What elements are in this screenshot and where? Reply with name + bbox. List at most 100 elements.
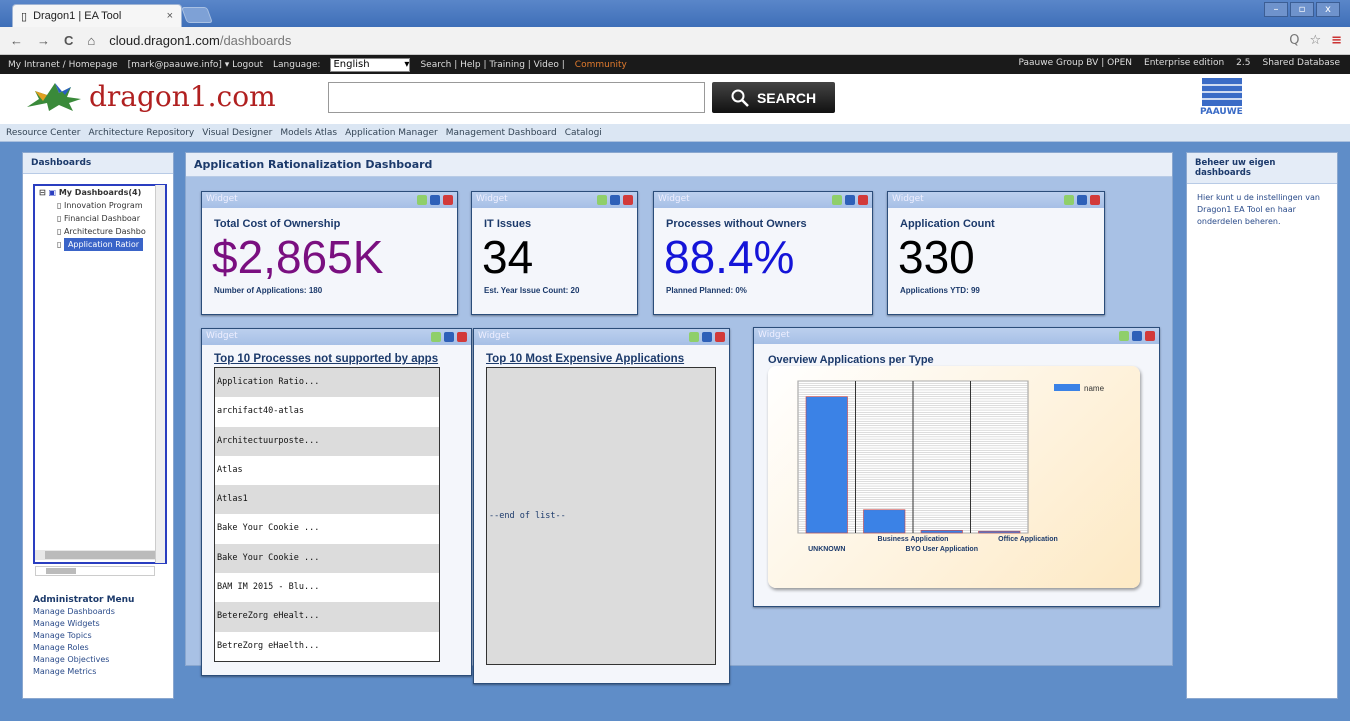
help-links[interactable]: Search | Help | Training | Video |	[420, 60, 564, 70]
delete-icon[interactable]	[457, 332, 467, 342]
tree-vertical-scrollbar[interactable]	[155, 185, 165, 563]
widget-header[interactable]: Widget	[754, 328, 1159, 344]
dragon1-logo[interactable]: dragon1.com	[25, 79, 276, 113]
tree-item[interactable]: ▯ Architecture Dashbo	[35, 225, 165, 238]
zoom-icon[interactable]: Q	[1289, 33, 1299, 48]
edit-icon[interactable]	[610, 195, 620, 205]
user-menu[interactable]: [mark@paauwe.info] ▾ Logout	[128, 60, 263, 70]
nav-architecture-repository[interactable]: Architecture Repository	[88, 128, 194, 138]
add-icon[interactable]	[1119, 331, 1129, 341]
bar	[863, 509, 906, 534]
add-icon[interactable]	[417, 195, 427, 205]
add-icon[interactable]	[1064, 195, 1074, 205]
widget-header[interactable]: Widget	[474, 329, 729, 345]
tree-root[interactable]: ⊟ ▣ My Dashboards(4)	[35, 186, 165, 199]
browser-tab[interactable]: ▯ Dragon1 | EA Tool ×	[12, 4, 182, 27]
scroll-thumb[interactable]	[45, 551, 155, 559]
bookmark-star-icon[interactable]: ☆	[1309, 33, 1321, 48]
add-icon[interactable]	[597, 195, 607, 205]
processes-title[interactable]: Top 10 Processes not supported by apps	[202, 345, 471, 365]
list-item[interactable]: BetreZorg eHaelth...	[215, 632, 439, 661]
search-button[interactable]: SEARCH	[712, 82, 835, 113]
widget-header[interactable]: Widget	[654, 192, 872, 208]
new-tab-button[interactable]	[181, 7, 213, 23]
menubar-right: Paauwe Group BV | OPEN Enterprise editio…	[1019, 58, 1341, 68]
search-input[interactable]	[328, 82, 705, 113]
address-tools: Q ☆ ≡	[1289, 33, 1342, 48]
language-select[interactable]: English ▾	[330, 57, 411, 72]
list-item[interactable]: Atlas1	[215, 485, 439, 515]
admin-manage-metrics[interactable]: Manage Metrics	[33, 666, 134, 678]
admin-manage-dashboards[interactable]: Manage Dashboards	[33, 606, 134, 618]
panel-horizontal-scrollbar[interactable]	[35, 566, 155, 576]
widget-header[interactable]: Widget	[202, 329, 471, 345]
widget-label: Widget	[476, 194, 508, 204]
admin-manage-roles[interactable]: Manage Roles	[33, 642, 134, 654]
add-icon[interactable]	[832, 195, 842, 205]
nav-catalogi[interactable]: Catalogi	[565, 128, 602, 138]
tree-item-selected[interactable]: ▯ Application Ratior	[35, 238, 165, 251]
end-of-list: --end of list--	[489, 511, 566, 521]
reload-icon[interactable]: C	[64, 33, 73, 48]
edit-icon[interactable]	[702, 332, 712, 342]
list-item[interactable]: Application Ratio...	[215, 368, 439, 398]
admin-manage-widgets[interactable]: Manage Widgets	[33, 618, 134, 630]
kpi-value: 34	[482, 231, 534, 283]
kpi-title: IT Issues	[484, 218, 532, 230]
delete-icon[interactable]	[443, 195, 453, 205]
community-link[interactable]: Community	[575, 60, 627, 70]
admin-manage-topics[interactable]: Manage Topics	[33, 630, 134, 642]
tree-item[interactable]: ▯ Innovation Program	[35, 199, 165, 212]
list-item[interactable]: BetereZorg eHealt...	[215, 602, 439, 632]
logo-text: dragon1.com	[89, 79, 276, 113]
close-tab-icon[interactable]: ×	[167, 10, 173, 22]
expensive-apps-title[interactable]: Top 10 Most Expensive Applications	[474, 345, 729, 365]
forward-icon[interactable]: →	[37, 33, 50, 48]
nav-resource-center[interactable]: Resource Center	[6, 128, 80, 138]
close-window-button[interactable]: x	[1316, 2, 1340, 17]
widget-header[interactable]: Widget	[202, 192, 457, 208]
edit-icon[interactable]	[430, 195, 440, 205]
manage-text: Hier kunt u de instellingen van Dragon1 …	[1197, 193, 1320, 226]
nav-management-dashboard[interactable]: Management Dashboard	[446, 128, 557, 138]
list-item[interactable]: Bake Your Cookie ...	[215, 514, 439, 543]
edit-icon[interactable]	[444, 332, 454, 342]
list-item[interactable]: Architectuurposte...	[215, 426, 439, 456]
list-item[interactable]: archifact40-atlas	[215, 397, 439, 426]
add-icon[interactable]	[689, 332, 699, 342]
intranet-link[interactable]: My Intranet / Homepage	[8, 60, 118, 70]
browser-menu-icon[interactable]: ≡	[1331, 33, 1342, 48]
add-icon[interactable]	[431, 332, 441, 342]
list-item[interactable]: Bake Your Cookie ...	[215, 543, 439, 574]
version-label: 2.5	[1236, 58, 1251, 68]
admin-manage-objectives[interactable]: Manage Objectives	[33, 654, 134, 666]
delete-icon[interactable]	[1145, 331, 1155, 341]
tree-item[interactable]: ▯ Financial Dashboar	[35, 212, 165, 225]
collapse-icon[interactable]: ⊟	[39, 188, 49, 197]
nav-visual-designer[interactable]: Visual Designer	[202, 128, 272, 138]
tree-horizontal-scrollbar[interactable]	[35, 550, 155, 560]
processes-list: Application Ratio... archifact40-atlas A…	[214, 367, 440, 662]
back-icon[interactable]: ←	[10, 33, 23, 48]
chart-box: UNKNOWN Business Application BYO User Appl…	[768, 366, 1140, 588]
scroll-thumb[interactable]	[46, 568, 76, 574]
delete-icon[interactable]	[623, 195, 633, 205]
edit-icon[interactable]	[1077, 195, 1087, 205]
nav-models-atlas[interactable]: Models Atlas	[280, 128, 337, 138]
url-field[interactable]: cloud.dragon1.com/dashboards	[109, 33, 291, 48]
minimize-button[interactable]: –	[1264, 2, 1288, 17]
edit-icon[interactable]	[845, 195, 855, 205]
edit-icon[interactable]	[1132, 331, 1142, 341]
kpi-value: 88.4%	[664, 231, 795, 283]
widget-header[interactable]: Widget	[472, 192, 637, 208]
delete-icon[interactable]	[858, 195, 868, 205]
kpi-subtitle: Number of Applications: 180	[214, 286, 323, 295]
delete-icon[interactable]	[715, 332, 725, 342]
home-icon[interactable]: ⌂	[87, 33, 95, 48]
list-item[interactable]: BAM IM 2015 - Blu...	[215, 573, 439, 602]
widget-header[interactable]: Widget	[888, 192, 1104, 208]
list-item[interactable]: Atlas	[215, 456, 439, 485]
nav-application-manager[interactable]: Application Manager	[345, 128, 438, 138]
delete-icon[interactable]	[1090, 195, 1100, 205]
maximize-button[interactable]: ▫	[1290, 2, 1314, 17]
